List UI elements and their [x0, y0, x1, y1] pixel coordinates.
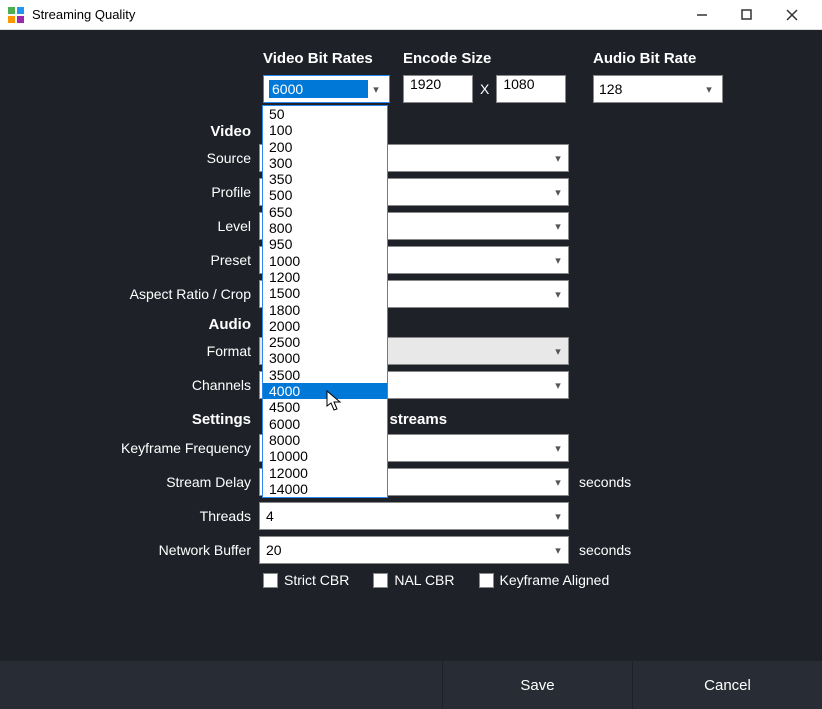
- audio-section-header: Audio: [40, 316, 259, 333]
- checkbox-icon: [263, 573, 278, 588]
- network-buffer-select[interactable]: 20▾: [259, 536, 569, 564]
- chevron-down-icon: ▾: [548, 544, 568, 557]
- dropdown-option[interactable]: 50: [263, 106, 387, 122]
- titlebar: Streaming Quality: [0, 0, 822, 30]
- video-bitrate-dropdown[interactable]: 5010020030035050065080095010001200150018…: [262, 105, 388, 498]
- dropdown-option[interactable]: 1500: [263, 285, 387, 301]
- video-section-header: Video: [40, 123, 259, 140]
- chevron-down-icon: ▾: [548, 379, 568, 392]
- video-bitrates-header: Video Bit Rates: [263, 50, 403, 67]
- dropdown-option[interactable]: 6000: [263, 416, 387, 432]
- dropdown-option[interactable]: 2500: [263, 334, 387, 350]
- dropdown-option[interactable]: 950: [263, 236, 387, 252]
- minimize-button[interactable]: [679, 0, 724, 30]
- keyframe-frequency-label: Keyframe Frequency: [40, 440, 259, 456]
- dropdown-option[interactable]: 14000: [263, 481, 387, 497]
- source-label: Source: [40, 150, 259, 166]
- network-buffer-suffix: seconds: [569, 542, 631, 558]
- dropdown-option[interactable]: 4500: [263, 399, 387, 415]
- dropdown-option[interactable]: 3500: [263, 367, 387, 383]
- audio-bitrate-combo[interactable]: 128 ▾: [593, 75, 723, 103]
- chevron-down-icon: ▾: [548, 345, 568, 358]
- level-label: Level: [40, 218, 259, 234]
- app-icon: [8, 7, 24, 23]
- encode-size-header: Encode Size: [403, 50, 593, 67]
- dropdown-option[interactable]: 8000: [263, 432, 387, 448]
- chevron-down-icon: ▾: [548, 186, 568, 199]
- chevron-down-icon: ▾: [548, 288, 568, 301]
- dropdown-option[interactable]: 350: [263, 171, 387, 187]
- nal-cbr-checkbox[interactable]: NAL CBR: [373, 572, 454, 588]
- footer: Save Cancel: [0, 661, 822, 709]
- channels-label: Channels: [40, 377, 259, 393]
- keyframe-aligned-checkbox[interactable]: Keyframe Aligned: [479, 572, 610, 588]
- dropdown-option[interactable]: 12000: [263, 465, 387, 481]
- window-title: Streaming Quality: [32, 7, 679, 22]
- preset-label: Preset: [40, 252, 259, 268]
- size-x-label: X: [478, 81, 491, 97]
- dropdown-option[interactable]: 800: [263, 220, 387, 236]
- settings-section-header: Settings: [40, 411, 259, 428]
- dropdown-option[interactable]: 3000: [263, 350, 387, 366]
- checkbox-icon: [479, 573, 494, 588]
- threads-select[interactable]: 4▾: [259, 502, 569, 530]
- aspect-ratio-label: Aspect Ratio / Crop: [40, 286, 259, 302]
- dropdown-option[interactable]: 4000: [263, 383, 387, 399]
- dropdown-option[interactable]: 300: [263, 155, 387, 171]
- save-button[interactable]: Save: [442, 661, 632, 709]
- chevron-down-icon: ▾: [548, 510, 568, 523]
- top-row: Video Bit Rates 6000 ▾ Encode Size 1920 …: [40, 50, 782, 103]
- video-bitrate-value: 6000: [269, 80, 368, 98]
- chevron-down-icon: ▾: [548, 152, 568, 165]
- chevron-down-icon: ▾: [548, 254, 568, 267]
- dropdown-option[interactable]: 200: [263, 139, 387, 155]
- chevron-down-icon: ▾: [548, 476, 568, 489]
- video-bitrate-combo[interactable]: 6000 ▾: [263, 75, 390, 103]
- network-buffer-label: Network Buffer: [40, 542, 259, 558]
- dropdown-option[interactable]: 650: [263, 204, 387, 220]
- dropdown-option[interactable]: 2000: [263, 318, 387, 334]
- chevron-down-icon: ▾: [548, 442, 568, 455]
- stream-delay-label: Stream Delay: [40, 474, 259, 490]
- format-label: Format: [40, 343, 259, 359]
- window-controls: [679, 0, 814, 30]
- checkbox-icon: [373, 573, 388, 588]
- nal-cbr-label: NAL CBR: [394, 572, 454, 588]
- cancel-button[interactable]: Cancel: [632, 661, 822, 709]
- maximize-button[interactable]: [724, 0, 769, 30]
- audio-bitrate-header: Audio Bit Rate: [593, 50, 733, 67]
- dropdown-option[interactable]: 1000: [263, 253, 387, 269]
- dropdown-option[interactable]: 10000: [263, 448, 387, 464]
- dropdown-option[interactable]: 1200: [263, 269, 387, 285]
- threads-label: Threads: [40, 508, 259, 524]
- keyframe-aligned-label: Keyframe Aligned: [500, 572, 610, 588]
- dropdown-option[interactable]: 1800: [263, 302, 387, 318]
- strict-cbr-label: Strict CBR: [284, 572, 349, 588]
- profile-label: Profile: [40, 184, 259, 200]
- chevron-down-icon: ▾: [701, 83, 717, 96]
- close-button[interactable]: [769, 0, 814, 30]
- audio-bitrate-value: 128: [599, 81, 701, 97]
- dropdown-option[interactable]: 500: [263, 187, 387, 203]
- chevron-down-icon: ▾: [368, 83, 384, 96]
- encode-width-input[interactable]: 1920: [403, 75, 473, 103]
- strict-cbr-checkbox[interactable]: Strict CBR: [263, 572, 349, 588]
- stream-delay-suffix: seconds: [569, 474, 631, 490]
- encode-height-input[interactable]: 1080: [496, 75, 566, 103]
- dropdown-option[interactable]: 100: [263, 122, 387, 138]
- chevron-down-icon: ▾: [548, 220, 568, 233]
